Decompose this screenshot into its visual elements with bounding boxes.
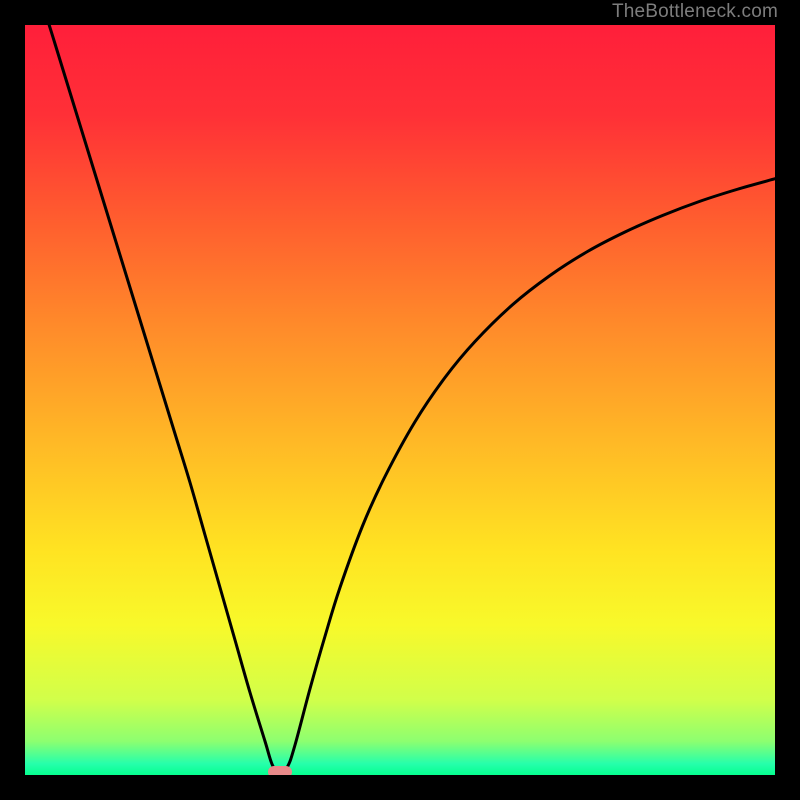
bottleneck-curve	[25, 25, 775, 775]
plot-area	[25, 25, 775, 775]
watermark-text: TheBottleneck.com	[612, 1, 778, 23]
chart-frame: TheBottleneck.com	[0, 0, 800, 800]
minimum-marker	[268, 766, 292, 775]
